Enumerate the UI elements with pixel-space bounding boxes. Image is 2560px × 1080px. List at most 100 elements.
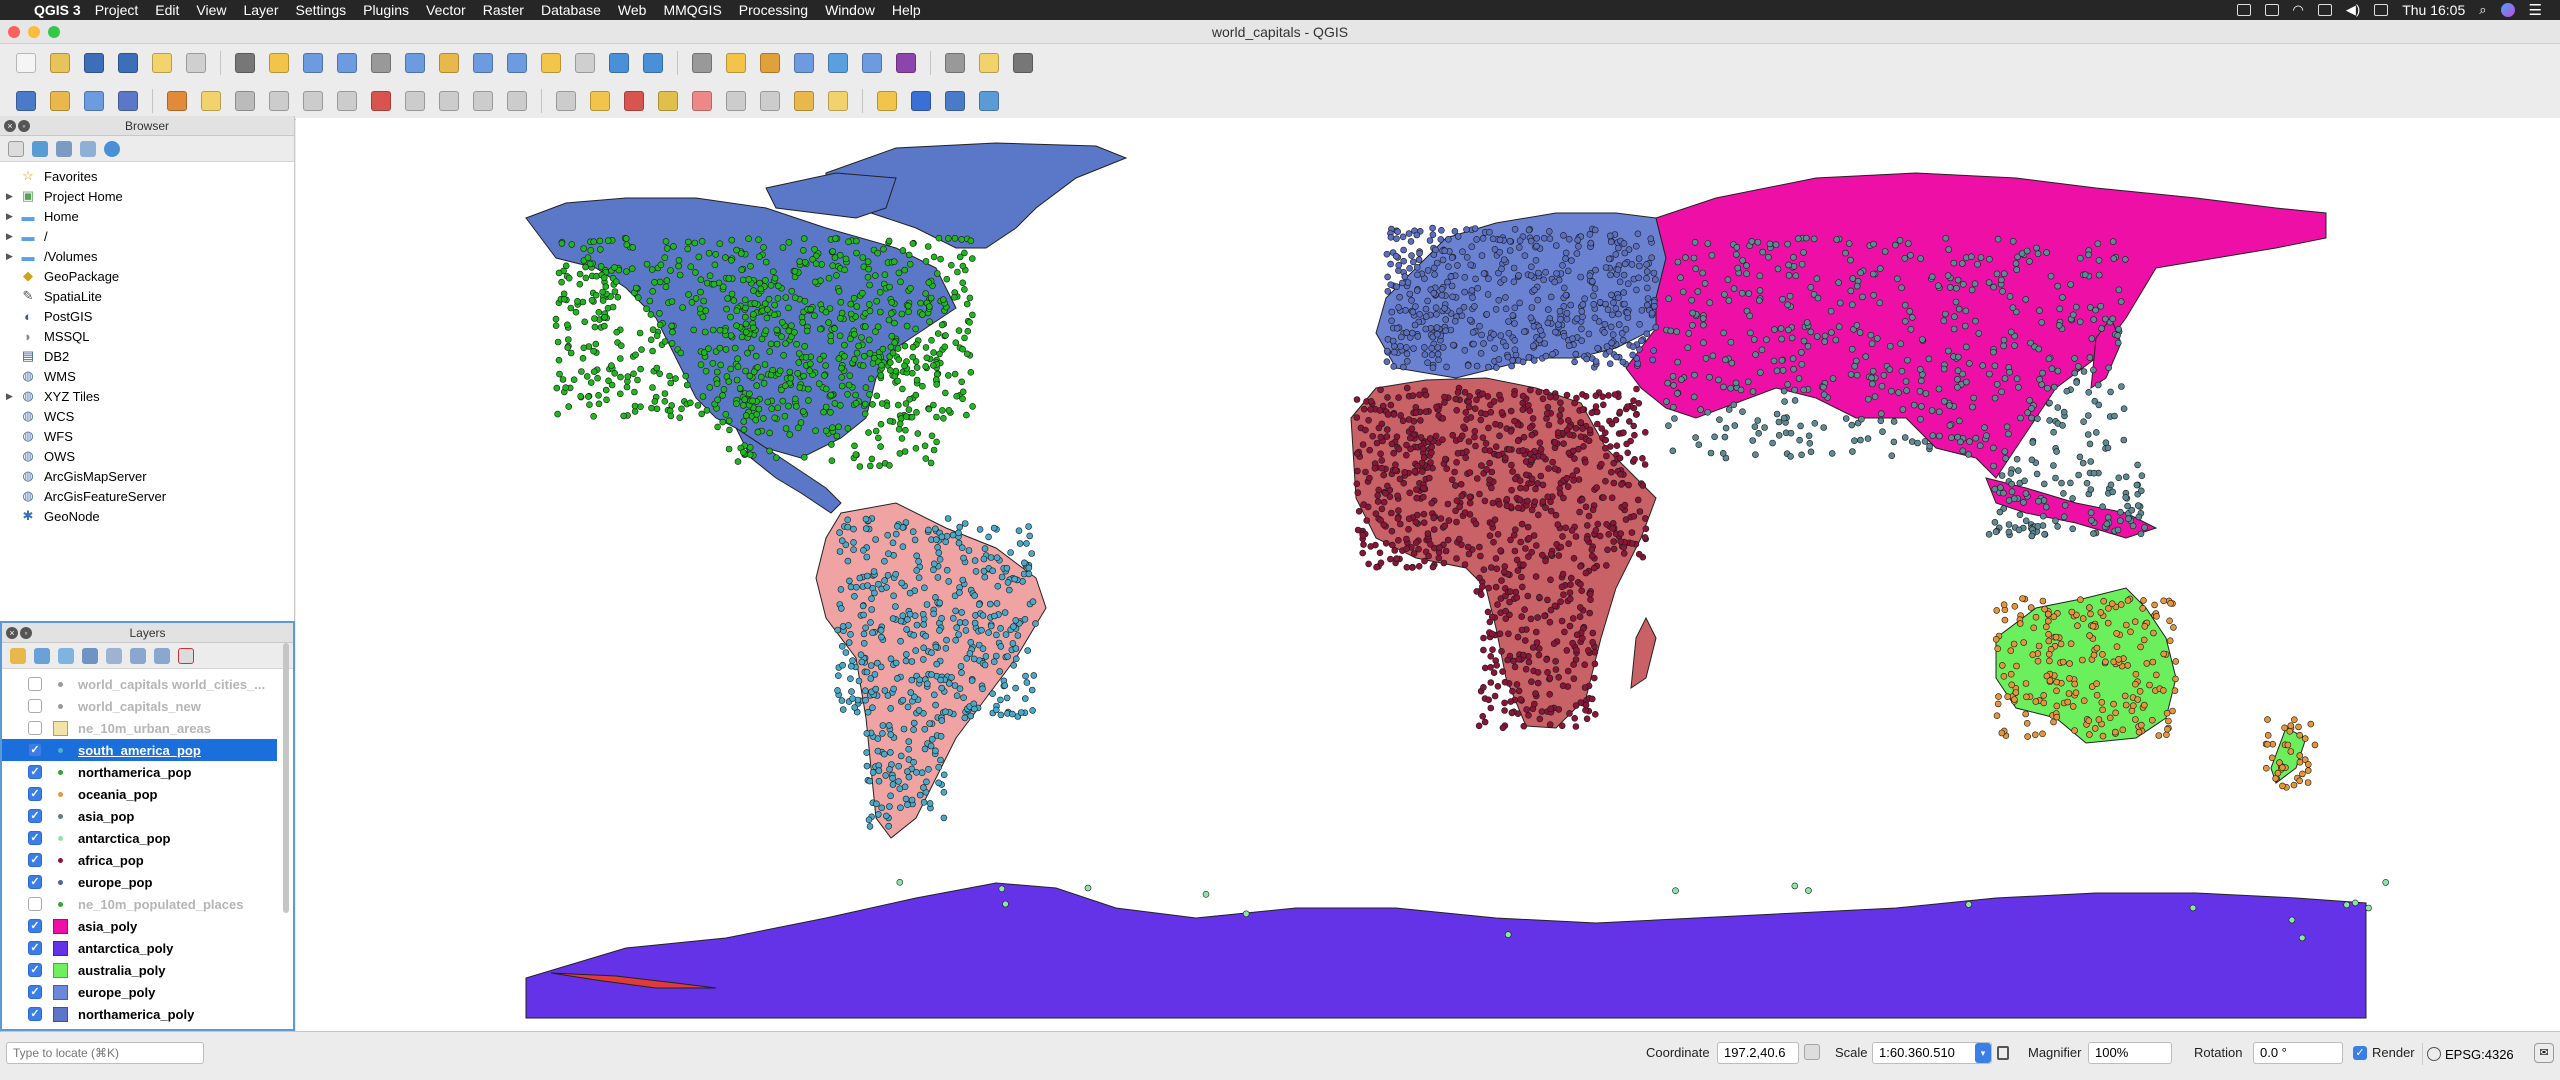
sa-point[interactable] xyxy=(971,557,979,564)
oc-point[interactable] xyxy=(2146,681,2153,689)
as-point[interactable] xyxy=(1743,262,1750,269)
af-point[interactable] xyxy=(1565,540,1572,548)
na-point[interactable] xyxy=(717,361,725,369)
sa-point[interactable] xyxy=(866,777,874,785)
na-point[interactable] xyxy=(780,352,787,359)
na-point[interactable] xyxy=(727,313,734,321)
oc-point[interactable] xyxy=(2304,779,2312,786)
na-point[interactable] xyxy=(591,323,599,331)
af-point[interactable] xyxy=(1411,467,1418,475)
sa-point[interactable] xyxy=(848,688,855,695)
af-point[interactable] xyxy=(1518,613,1525,620)
sa-point[interactable] xyxy=(860,546,867,554)
eu-point[interactable] xyxy=(1414,271,1421,279)
oc-point[interactable] xyxy=(2135,728,2143,736)
na-point[interactable] xyxy=(760,379,768,387)
af-point[interactable] xyxy=(1603,520,1610,528)
na-point[interactable] xyxy=(933,270,941,277)
as-point[interactable] xyxy=(1997,484,2004,491)
eu-point[interactable] xyxy=(1591,285,1599,292)
as-point[interactable] xyxy=(2035,497,2042,505)
af-point[interactable] xyxy=(1477,552,1484,560)
af-point[interactable] xyxy=(1458,492,1465,500)
na-point[interactable] xyxy=(801,297,809,305)
na-point[interactable] xyxy=(841,266,848,274)
na-point[interactable] xyxy=(568,241,576,248)
af-point[interactable] xyxy=(1353,450,1361,457)
as-point[interactable] xyxy=(1847,371,1855,378)
new-spatialite-layer-icon[interactable] xyxy=(114,87,142,115)
as-point[interactable] xyxy=(2134,461,2141,469)
af-point[interactable] xyxy=(1415,562,1423,570)
antarctica-point[interactable] xyxy=(1805,887,1812,894)
sa-point[interactable] xyxy=(910,631,918,639)
as-point[interactable] xyxy=(1835,279,1842,286)
sa-point[interactable] xyxy=(844,516,852,524)
af-point[interactable] xyxy=(1577,604,1584,611)
af-point[interactable] xyxy=(1514,437,1522,445)
as-point[interactable] xyxy=(1814,294,1822,302)
as-point[interactable] xyxy=(1761,424,1768,431)
na-point[interactable] xyxy=(861,410,869,418)
af-point[interactable] xyxy=(1454,449,1462,457)
antarctica-point[interactable] xyxy=(2343,901,2350,909)
oc-point[interactable] xyxy=(2153,612,2160,620)
na-point[interactable] xyxy=(822,403,830,411)
na-point[interactable] xyxy=(951,370,959,378)
na-point[interactable] xyxy=(705,249,713,257)
as-point[interactable] xyxy=(1770,357,1778,365)
af-point[interactable] xyxy=(1586,609,1593,617)
as-point[interactable] xyxy=(1788,334,1796,342)
na-point[interactable] xyxy=(941,343,949,351)
na-point[interactable] xyxy=(865,265,872,273)
sa-point[interactable] xyxy=(992,652,1000,660)
na-point[interactable] xyxy=(872,427,880,435)
na-point[interactable] xyxy=(938,407,946,414)
as-point[interactable] xyxy=(1870,240,1877,248)
as-point[interactable] xyxy=(1954,383,1961,391)
eu-point[interactable] xyxy=(1540,234,1548,242)
af-point[interactable] xyxy=(1499,668,1506,675)
na-point[interactable] xyxy=(822,427,830,435)
na-point[interactable] xyxy=(694,402,702,409)
na-point[interactable] xyxy=(596,246,604,253)
eu-point[interactable] xyxy=(1650,347,1657,354)
na-point[interactable] xyxy=(782,294,790,301)
as-point[interactable] xyxy=(1869,380,1876,388)
sa-point[interactable] xyxy=(948,674,955,681)
na-point[interactable] xyxy=(728,236,736,244)
oc-point[interactable] xyxy=(2065,690,2073,697)
browser-item-wcs[interactable]: ◍ WCS xyxy=(0,406,294,426)
as-point[interactable] xyxy=(2088,335,2096,342)
as-point[interactable] xyxy=(1868,340,1876,347)
sa-point[interactable] xyxy=(866,823,874,830)
sa-point[interactable] xyxy=(1025,564,1033,572)
af-point[interactable] xyxy=(1555,673,1562,681)
na-point[interactable] xyxy=(914,430,922,437)
oc-point[interactable] xyxy=(1995,693,2002,700)
new-bookmark-icon[interactable] xyxy=(571,49,599,77)
sa-point[interactable] xyxy=(836,548,844,555)
oc-point[interactable] xyxy=(2279,782,2286,790)
na-point[interactable] xyxy=(603,396,610,404)
as-point[interactable] xyxy=(1928,273,1936,281)
sa-point[interactable] xyxy=(1001,682,1009,689)
eu-point[interactable] xyxy=(1602,300,1609,308)
as-point[interactable] xyxy=(1707,449,1715,457)
collapse-all-icon[interactable] xyxy=(154,647,170,664)
oc-point[interactable] xyxy=(2166,617,2173,625)
na-point[interactable] xyxy=(686,399,694,407)
af-point[interactable] xyxy=(1600,401,1607,409)
as-point[interactable] xyxy=(2005,521,2013,528)
as-point[interactable] xyxy=(2058,479,2065,487)
na-point[interactable] xyxy=(567,304,575,312)
oc-point[interactable] xyxy=(2057,640,2065,648)
sa-point[interactable] xyxy=(934,543,941,551)
zoom-to-layer-icon[interactable] xyxy=(469,49,497,77)
af-point[interactable] xyxy=(1636,508,1644,515)
as-point[interactable] xyxy=(1985,279,1993,286)
na-point[interactable] xyxy=(697,276,705,283)
af-point[interactable] xyxy=(1565,416,1572,424)
af-point[interactable] xyxy=(1605,530,1612,538)
filter-legend-icon[interactable] xyxy=(82,647,98,664)
